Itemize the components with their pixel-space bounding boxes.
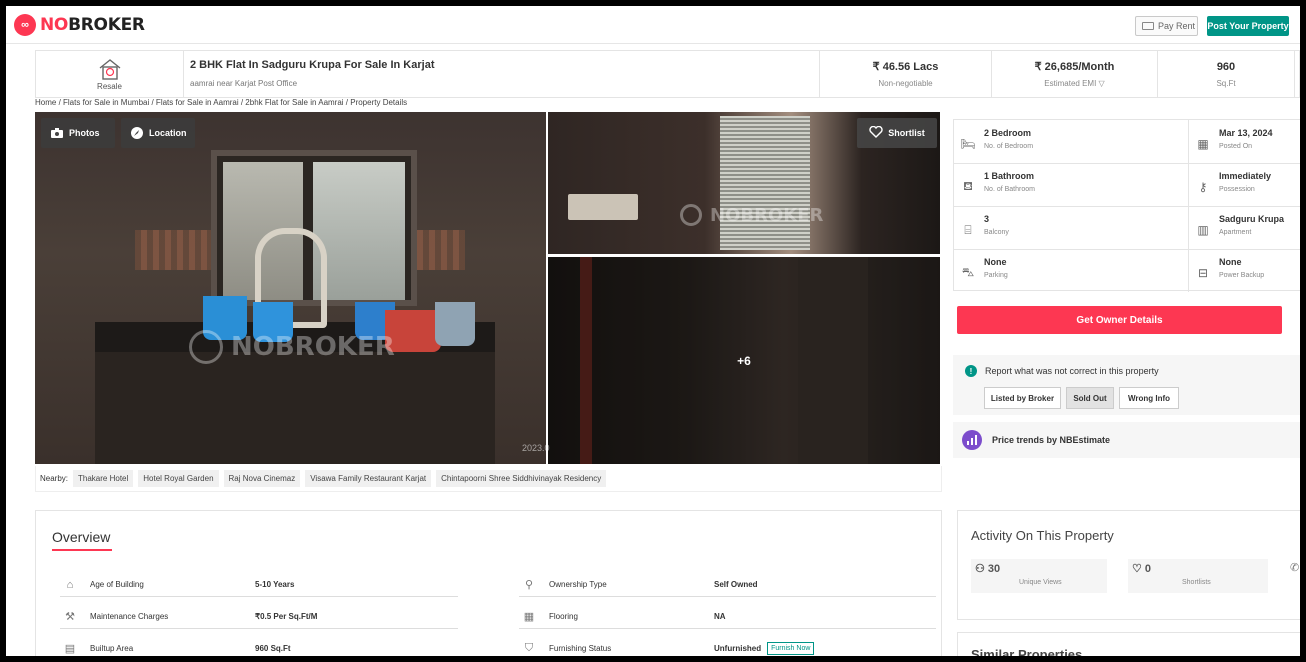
nearby-chip[interactable]: Chintapoorni Shree Siddhivinayak Residen…	[436, 470, 607, 487]
fact-parking: ⛍ None Parking	[961, 257, 1008, 279]
price-note: Non-negotiable	[878, 79, 933, 88]
nearby-bar: Nearby: Thakare Hotel Hotel Royal Garden…	[35, 466, 942, 492]
overview-ownership: ⚲ Ownership Type Self Owned	[519, 573, 936, 597]
fact-bedroom: 🛏 2 Bedroom No. of Bedroom	[960, 128, 1034, 151]
photo-timestamp: 2023.0	[522, 443, 550, 453]
battery-icon: ⊟	[1197, 266, 1209, 280]
fact-power-backup: ⊟ None Power Backup	[1189, 251, 1300, 291]
flooring-icon: ▦	[523, 611, 535, 623]
post-property-button[interactable]: Post Your Property	[1207, 16, 1289, 36]
similar-properties-section: Similar Properties	[957, 632, 1300, 656]
nearby-chip[interactable]: Hotel Royal Garden	[138, 470, 219, 487]
price-trends-link[interactable]: Price trends by NBEstimate	[953, 422, 1300, 458]
logo-icon: ∞	[14, 14, 36, 36]
emi: ₹ 26,685/Month	[1034, 61, 1115, 73]
photos-button[interactable]: Photos	[41, 118, 115, 148]
nearby-chip[interactable]: Visawa Family Restaurant Karjat	[305, 470, 432, 487]
fact-apartment: ▥ Sadguru Krupa Apartment	[1189, 208, 1300, 248]
card-icon	[1142, 22, 1154, 30]
overview-section: Overview ⌂ Age of Building 5-10 Years ⚲ …	[35, 510, 942, 656]
property-location: aamrai near Karjat Post Office	[190, 79, 298, 88]
overview-builtup: ▤ Builtup Area 960 Sq.Ft	[60, 637, 458, 656]
camera-icon	[51, 127, 63, 139]
bed-icon: 🛏	[960, 137, 976, 151]
property-title: 2 BHK Flat In Sadguru Krupa For Sale In …	[190, 59, 435, 71]
emi-cell[interactable]: ₹ 26,685/Month Estimated EMI ▽	[992, 51, 1158, 97]
more-photos-count[interactable]: +6	[548, 257, 940, 464]
house-icon	[99, 58, 120, 80]
unique-views: ⚇ 30 Unique Views	[971, 559, 1107, 593]
nearby-chip[interactable]: Raj Nova Cinemaz	[223, 470, 301, 487]
builtup-area-icon: ▤	[64, 643, 76, 655]
report-wrong-info[interactable]: Wrong Info	[1119, 387, 1179, 409]
top-bar: ∞ NOBROKER Pay Rent Post Your Property	[6, 6, 1300, 44]
overview-age: ⌂ Age of Building 5-10 Years	[60, 573, 458, 597]
bath-icon: ⛾	[963, 179, 973, 193]
area-unit: Sq.Ft	[1216, 78, 1236, 88]
gallery-main-photo[interactable]: NOBROKER Photos Location	[35, 112, 546, 464]
building-icon: ▥	[1197, 223, 1209, 237]
shortlist-button[interactable]: Shortlist	[857, 118, 937, 148]
building-age-icon: ⌂	[66, 578, 74, 591]
watermark: NOBROKER	[189, 330, 395, 364]
report-sold-out[interactable]: Sold Out	[1066, 387, 1114, 409]
car-icon: ⛍	[961, 265, 975, 279]
overview-furnishing: ⛉ Furnishing Status Unfurnished Furnish …	[519, 637, 936, 656]
phone-icon: ✆	[1290, 562, 1300, 574]
report-panel: ! Report what was not correct in this pr…	[953, 355, 1300, 415]
info-icon: !	[965, 365, 977, 377]
property-facts: 🛏 2 Bedroom No. of Bedroom ▦ Mar 13, 2024…	[953, 119, 1300, 292]
compass-icon	[131, 127, 143, 139]
property-summary: Resale 2 BHK Flat In Sadguru Krupa For S…	[35, 50, 1300, 98]
user-icon: ⚇	[975, 563, 988, 575]
balcony-icon: ⌸	[964, 222, 972, 237]
ownership-icon: ⚲	[524, 579, 534, 591]
overview-flooring: ▦ Flooring NA	[519, 605, 936, 629]
calendar-icon: ▦	[1197, 137, 1209, 151]
heart-icon	[869, 125, 883, 140]
breadcrumb[interactable]: Home / Flats for Sale in Mumbai / Flats …	[35, 98, 407, 107]
key-icon: ⚷	[1198, 180, 1208, 194]
fact-bathroom: ⛾ 1 Bathroom No. of Bathroom	[954, 165, 1189, 205]
page: ∞ NOBROKER Pay Rent Post Your Property R…	[6, 6, 1300, 656]
heart-outline-icon: ♡	[1132, 563, 1145, 575]
get-owner-details-button[interactable]: Get Owner Details	[957, 306, 1282, 334]
maintenance-icon: ⚒	[65, 611, 75, 623]
overview-maintenance: ⚒ Maintenance Charges ₹0.5 Per Sq.Ft/M	[60, 605, 458, 629]
resale-tag: Resale	[36, 51, 184, 97]
activity-title: Activity On This Property	[971, 528, 1114, 543]
similar-title: Similar Properties	[971, 647, 1083, 656]
gallery-photo-3[interactable]: +6	[548, 257, 940, 464]
furnish-now-button[interactable]: Furnish Now	[767, 642, 815, 655]
activity-section: Activity On This Property ⚇ 30 Unique Vi…	[957, 510, 1300, 620]
price-cell: ₹ 46.56 Lacs Non-negotiable	[820, 51, 992, 97]
nobroker-logo[interactable]: ∞ NOBROKER	[14, 14, 145, 36]
pay-rent-button[interactable]: Pay Rent	[1135, 16, 1198, 36]
price: ₹ 46.56 Lacs	[872, 61, 939, 73]
furnishing-icon: ⛉	[524, 642, 534, 654]
fact-possession: ⚷ Immediately Possession	[1189, 165, 1300, 205]
nearby-chip[interactable]: Thakare Hotel	[73, 470, 134, 487]
emi-note[interactable]: Estimated EMI ▽	[1044, 79, 1104, 88]
fact-balcony: ⌸ 3 Balcony	[954, 208, 1189, 248]
area: 960	[1216, 60, 1236, 73]
report-listed-by-broker[interactable]: Listed by Broker	[984, 387, 1061, 409]
property-title-block: 2 BHK Flat In Sadguru Krupa For Sale In …	[184, 51, 820, 97]
shortlists-count: ♡ 0 Shortlists	[1128, 559, 1268, 593]
area-cell: 960 Sq.Ft	[1158, 51, 1295, 97]
overview-title: Overview	[52, 529, 111, 545]
chart-icon	[962, 430, 982, 450]
fact-posted-on: ▦ Mar 13, 2024 Posted On	[1189, 122, 1300, 162]
location-button[interactable]: Location	[121, 118, 195, 148]
